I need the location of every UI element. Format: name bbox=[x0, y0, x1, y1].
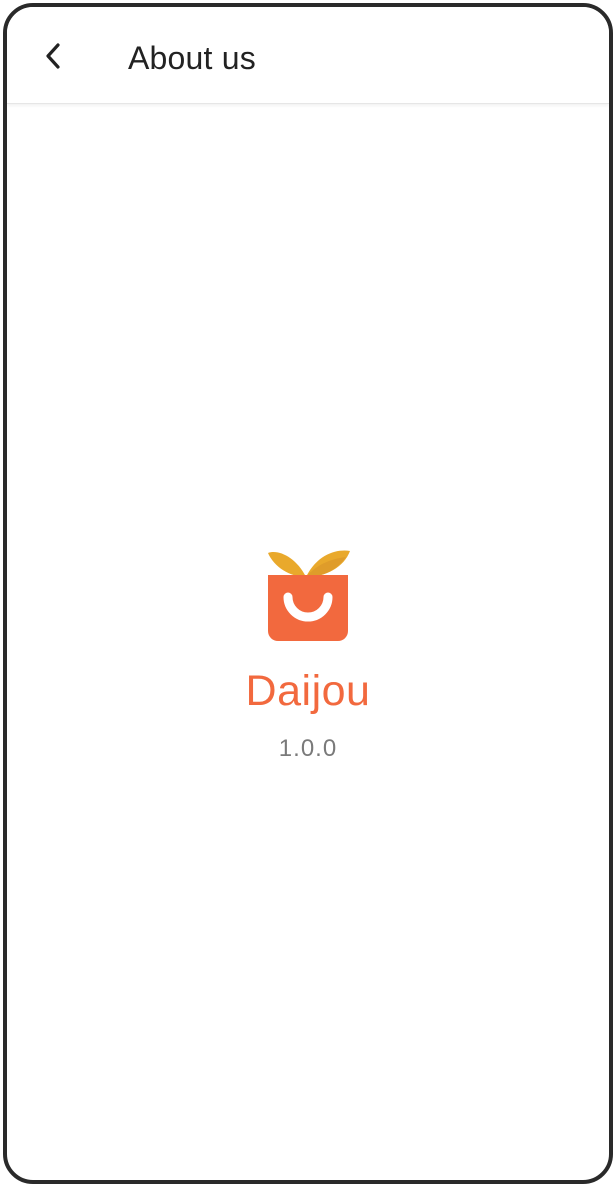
app-name: Daijou bbox=[245, 667, 371, 715]
chevron-left-icon bbox=[46, 43, 60, 69]
about-section: Daijou 1.0.0 bbox=[7, 547, 609, 763]
app-bar: About us bbox=[7, 7, 609, 104]
app-version: 1.0.0 bbox=[278, 735, 338, 762]
app-logo-icon bbox=[268, 550, 350, 641]
page-title: About us bbox=[128, 40, 256, 76]
back-button[interactable] bbox=[29, 31, 79, 81]
device-frame: About us Daijou 1.0.0 bbox=[3, 3, 613, 1184]
